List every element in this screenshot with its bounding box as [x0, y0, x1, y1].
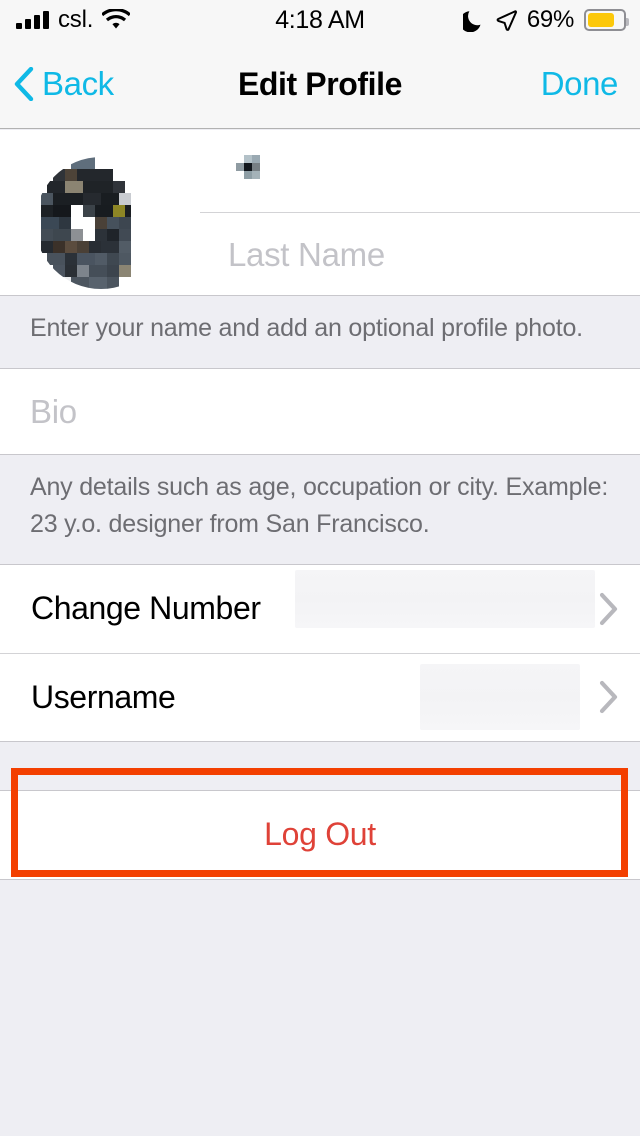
logout-section: Log Out: [0, 789, 640, 880]
log-out-button[interactable]: Log Out: [0, 790, 640, 879]
last-name-field[interactable]: Last Name: [200, 213, 640, 296]
status-bar-right: 69%: [462, 6, 629, 34]
settings-list[interactable]: First Name Last Name Enter your name and…: [0, 130, 640, 1136]
username-redacted-value: [420, 663, 580, 730]
change-number-redacted-value: [295, 569, 595, 628]
name-fields: First Name Last Name: [200, 130, 640, 295]
iphone-screen: csl. 4:18 AM 69% Back Edit Profile Done …: [0, 0, 640, 1136]
battery-percent-label: 69%: [526, 6, 574, 33]
name-section-footer: Enter your name and add an optional prof…: [0, 296, 640, 369]
avatar-pixelated-image: [35, 157, 167, 289]
bottom-filler: [0, 879, 640, 1000]
log-out-label: Log Out: [264, 816, 376, 853]
moon-icon: [462, 8, 485, 32]
battery-icon: [584, 9, 629, 31]
bio-placeholder: Bio: [30, 392, 77, 430]
bio-field[interactable]: Bio: [0, 369, 640, 455]
change-number-label: Change Number: [31, 590, 261, 627]
first-name-field[interactable]: First Name: [200, 130, 640, 213]
done-button[interactable]: Done: [541, 65, 619, 103]
name-section: First Name Last Name: [0, 130, 640, 296]
bio-section-footer: Any details such as age, occupation or c…: [0, 455, 640, 564]
account-section: Change Number Username: [0, 563, 640, 742]
profile-photo-avatar[interactable]: [35, 157, 167, 289]
section-gap: [0, 741, 640, 790]
status-bar: csl. 4:18 AM 69%: [0, 0, 640, 40]
bio-section: Bio: [0, 368, 640, 456]
username-label: Username: [31, 678, 176, 715]
change-number-row[interactable]: Change Number: [0, 564, 640, 653]
username-row[interactable]: Username: [0, 652, 640, 741]
first-name-redacted-value: [228, 155, 268, 187]
navigation-bar: Back Edit Profile Done: [0, 40, 640, 129]
last-name-placeholder: Last Name: [228, 235, 385, 273]
location-arrow-icon: [495, 9, 517, 31]
battery-fill: [588, 13, 614, 27]
